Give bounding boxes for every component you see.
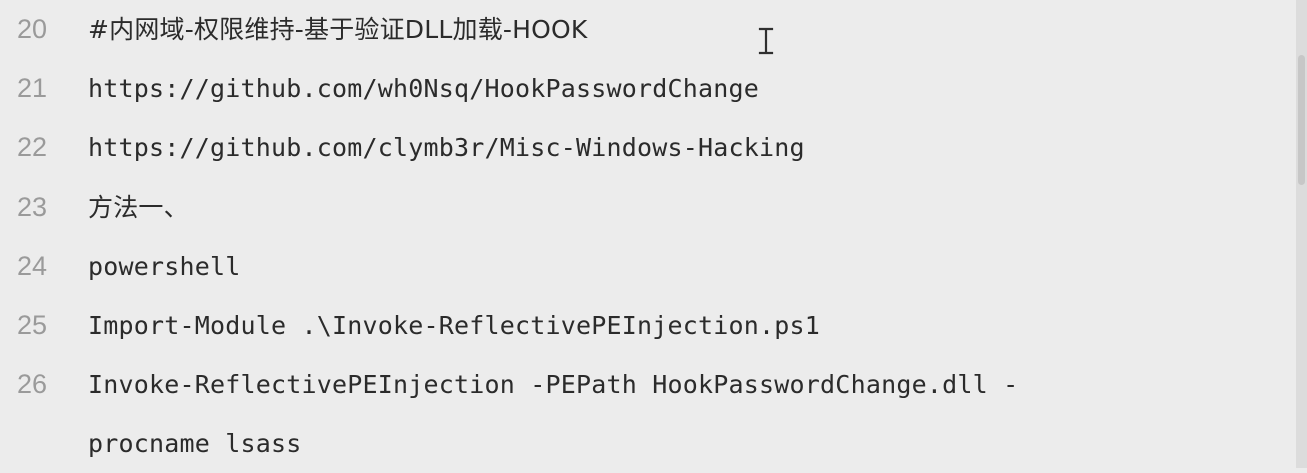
- line-number: 26: [17, 369, 48, 399]
- line-text[interactable]: Invoke-ReflectivePEInjection -PEPath Hoo…: [88, 355, 1188, 414]
- line-number: 23: [17, 192, 48, 222]
- code-editor[interactable]: 20 #内网域-权限维持-基于验证DLL加载-HOOK 21 https://g…: [0, 0, 1307, 468]
- line-text[interactable]: procname lsass: [88, 414, 1188, 473]
- line-text[interactable]: https://github.com/wh0Nsq/HookPasswordCh…: [88, 59, 1188, 118]
- line-number: 24: [17, 251, 48, 281]
- code-line-26-wrapped: procname lsass: [0, 414, 1296, 473]
- code-line-25: 25 Import-Module .\Invoke-ReflectivePEIn…: [0, 296, 1296, 355]
- text-cursor-icon: [758, 27, 774, 55]
- line-text[interactable]: Import-Module .\Invoke-ReflectivePEInjec…: [88, 296, 1188, 355]
- code-line-21: 21 https://github.com/wh0Nsq/HookPasswor…: [0, 59, 1296, 118]
- line-number: [17, 414, 62, 473]
- scrollbar-thumb[interactable]: [1298, 55, 1305, 185]
- code-line-24: 24 powershell: [0, 237, 1296, 296]
- line-number: 21: [17, 73, 48, 103]
- line-text[interactable]: powershell: [88, 237, 1188, 296]
- line-text[interactable]: #内网域-权限维持-基于验证DLL加载-HOOK: [88, 0, 1188, 59]
- line-text[interactable]: 方法一、: [88, 178, 1188, 237]
- line-number: 25: [17, 310, 48, 340]
- code-line-22: 22 https://github.com/clymb3r/Misc-Windo…: [0, 118, 1296, 177]
- vertical-scrollbar[interactable]: [1296, 0, 1307, 468]
- code-line-20: 20 #内网域-权限维持-基于验证DLL加载-HOOK: [0, 0, 1296, 59]
- code-line-26: 26 Invoke-ReflectivePEInjection -PEPath …: [0, 355, 1296, 414]
- code-line-23: 23 方法一、: [0, 178, 1296, 237]
- line-text[interactable]: https://github.com/clymb3r/Misc-Windows-…: [88, 118, 1188, 177]
- line-number: 20: [17, 14, 48, 44]
- line-number: 22: [17, 132, 48, 162]
